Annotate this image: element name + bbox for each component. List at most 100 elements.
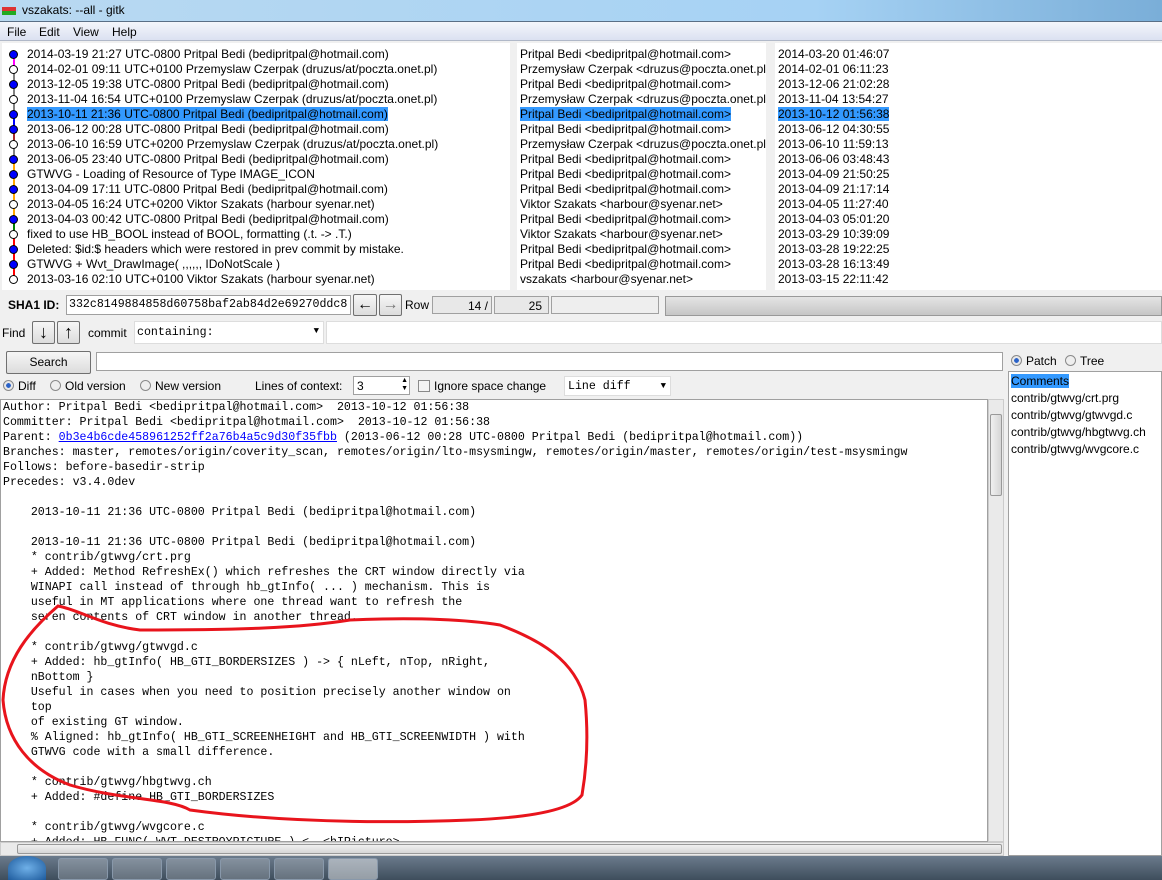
start-button[interactable] — [8, 856, 46, 880]
commit-date-row[interactable]: 2013-06-10 11:59:13 — [778, 137, 889, 152]
commit-author-row[interactable]: Pritpal Bedi <bedipritpal@hotmail.com> — [520, 47, 766, 62]
commit-author-row[interactable]: Pritpal Bedi <bedipritpal@hotmail.com> — [520, 107, 766, 122]
thunderbird-icon[interactable] — [220, 858, 270, 880]
file-list-item[interactable]: Comments — [1011, 373, 1159, 390]
commit-date[interactable]: 2013-06-12 04:30:55 — [778, 122, 889, 136]
commit-author[interactable]: Viktor Szakats <harbour@syenar.net> — [520, 227, 723, 241]
commit-row[interactable]: 2013-04-09 17:11 UTC-0800 Pritpal Bedi (… — [27, 182, 438, 197]
commit-author[interactable]: Viktor Szakats <harbour@syenar.net> — [520, 197, 723, 211]
file-list-item[interactable]: contrib/gtwvg/wvgcore.c — [1011, 441, 1159, 458]
commit-date-row[interactable]: 2013-04-05 11:27:40 — [778, 197, 889, 212]
commit-subject[interactable]: fixed to use HB_BOOL instead of BOOL, fo… — [27, 227, 352, 241]
commit-subject[interactable]: 2013-06-12 00:28 UTC-0800 Pritpal Bedi (… — [27, 122, 389, 136]
commit-row[interactable]: 2013-12-05 19:38 UTC-0800 Pritpal Bedi (… — [27, 77, 438, 92]
commit-subject[interactable]: 2013-04-09 17:11 UTC-0800 Pritpal Bedi (… — [27, 182, 388, 196]
spinner-arrows-icon[interactable]: ▲ ▼ — [401, 377, 408, 393]
commit-row[interactable]: 2013-11-04 16:54 UTC+0100 Przemyslaw Cze… — [27, 92, 438, 107]
commit-date[interactable]: 2013-04-03 05:01:20 — [778, 212, 889, 226]
commit-row[interactable]: fixed to use HB_BOOL instead of BOOL, fo… — [27, 227, 438, 242]
commit-subject[interactable]: GTWVG - Loading of Resource of Type IMAG… — [27, 167, 315, 181]
commit-author-row[interactable]: Pritpal Bedi <bedipritpal@hotmail.com> — [520, 257, 766, 272]
commit-author[interactable]: Pritpal Bedi <bedipritpal@hotmail.com> — [520, 107, 731, 121]
find-down-button[interactable]: ↓ — [32, 321, 55, 344]
commit-subject[interactable]: 2013-03-16 02:10 UTC+0100 Viktor Szakats… — [27, 272, 375, 286]
diff-view[interactable]: Author: Pritpal Bedi <bedipritpal@hotmai… — [0, 399, 988, 842]
commit-date[interactable]: 2013-03-28 19:22:25 — [778, 242, 889, 256]
commit-subject[interactable]: GTWVG + Wvt_DrawImage( ,,,,,, IDoNotScal… — [27, 257, 280, 271]
scrollbar-thumb[interactable] — [17, 844, 1002, 854]
search-input[interactable] — [96, 352, 1003, 371]
commit-author[interactable]: Przemysław Czerpak <druzus@poczta.onet.p… — [520, 92, 766, 106]
gitk-icon[interactable] — [328, 858, 378, 880]
diff-horizontal-scrollbar[interactable] — [0, 842, 1004, 856]
commit-author[interactable]: Pritpal Bedi <bedipritpal@hotmail.com> — [520, 242, 731, 256]
menu-view[interactable]: View — [73, 25, 99, 39]
old-version-radio[interactable]: Old version — [50, 379, 126, 393]
scrollbar-thumb[interactable] — [990, 414, 1002, 496]
commit-author-row[interactable]: Pritpal Bedi <bedipritpal@hotmail.com> — [520, 122, 766, 137]
commit-author[interactable]: Przemysław Czerpak <druzus@poczta.onet.p… — [520, 62, 766, 76]
commit-date[interactable]: 2013-06-06 03:48:43 — [778, 152, 889, 166]
commit-date-row[interactable]: 2013-10-12 01:56:38 — [778, 107, 890, 122]
commit-date-row[interactable]: 2013-03-29 10:39:09 — [778, 227, 889, 242]
commit-row[interactable]: 2014-03-19 21:27 UTC-0800 Pritpal Bedi (… — [27, 47, 438, 62]
commit-row[interactable]: 2013-06-05 23:40 UTC-0800 Pritpal Bedi (… — [27, 152, 438, 167]
commit-date[interactable]: 2013-03-15 22:11:42 — [778, 272, 889, 286]
commit-author[interactable]: Pritpal Bedi <bedipritpal@hotmail.com> — [520, 152, 731, 166]
commit-author-row[interactable]: Viktor Szakats <harbour@syenar.net> — [520, 197, 766, 212]
commit-date-row[interactable]: 2013-03-28 19:22:25 — [778, 242, 889, 257]
commit-date-row[interactable]: 2014-02-01 06:11:23 — [778, 62, 889, 77]
folder-icon[interactable] — [166, 858, 216, 880]
commit-date-row[interactable]: 2013-11-04 13:54:27 — [778, 92, 889, 107]
commit-date[interactable]: 2013-04-09 21:17:14 — [778, 182, 889, 196]
commit-author[interactable]: Pritpal Bedi <bedipritpal@hotmail.com> — [520, 47, 731, 61]
commit-date-pane[interactable]: 2014-03-20 01:46:07 2014-02-01 06:11:23 20… — [775, 43, 1162, 290]
commit-author[interactable]: Pritpal Bedi <bedipritpal@hotmail.com> — [520, 77, 731, 91]
menu-file[interactable]: File — [7, 25, 26, 39]
commit-author-pane[interactable]: Pritpal Bedi <bedipritpal@hotmail.com> Pr… — [517, 43, 766, 290]
firefox-icon[interactable] — [112, 858, 162, 880]
commit-date-row[interactable]: 2013-06-12 04:30:55 — [778, 122, 889, 137]
diff-vertical-scrollbar[interactable] — [988, 399, 1004, 842]
commit-date-row[interactable]: 2013-06-06 03:48:43 — [778, 152, 889, 167]
commit-row[interactable]: 2013-10-11 21:36 UTC-0800 Pritpal Bedi (… — [27, 107, 438, 122]
commit-date[interactable]: 2013-11-04 13:54:27 — [778, 92, 889, 106]
commit-date-row[interactable]: 2013-04-09 21:17:14 — [778, 182, 889, 197]
commit-author-row[interactable]: vszakats <harbour@syenar.net> — [520, 272, 766, 287]
context-spinbox[interactable]: 3 ▲ ▼ — [353, 376, 410, 395]
commit-date[interactable]: 2013-04-09 21:50:25 — [778, 167, 889, 181]
file-list-item[interactable]: contrib/gtwvg/crt.prg — [1011, 390, 1159, 407]
commit-author[interactable]: Przemysław Czerpak <druzus@poczta.onet.p… — [520, 137, 766, 151]
find-input[interactable] — [326, 321, 1162, 344]
sha-input[interactable]: 332c8149884858d60758baf2ab84d2e69270ddc8 — [66, 295, 351, 315]
commit-row[interactable]: 2013-04-05 16:24 UTC+0200 Viktor Szakats… — [27, 197, 438, 212]
ignore-space-checkbox[interactable]: Ignore space change — [418, 379, 546, 393]
commit-row[interactable]: 2013-06-12 00:28 UTC-0800 Pritpal Bedi (… — [27, 122, 438, 137]
forward-arrow-button[interactable]: → — [379, 294, 402, 316]
find-mode-select[interactable]: containing: ▼ — [134, 321, 324, 344]
commit-row[interactable]: 2014-02-01 09:11 UTC+0100 Przemyslaw Cze… — [27, 62, 438, 77]
commit-date-row[interactable]: 2014-03-20 01:46:07 — [778, 47, 889, 62]
menu-edit[interactable]: Edit — [39, 25, 60, 39]
commit-subject[interactable]: 2013-04-05 16:24 UTC+0200 Viktor Szakats… — [27, 197, 375, 211]
commit-subject[interactable]: 2013-10-11 21:36 UTC-0800 Pritpal Bedi (… — [27, 107, 388, 121]
file-list[interactable]: Comments contrib/gtwvg/crt.prg contrib/gtw… — [1008, 371, 1162, 856]
commit-date[interactable]: 2013-10-12 01:56:38 — [778, 107, 890, 121]
new-version-radio[interactable]: New version — [140, 379, 221, 393]
commit-date[interactable]: 2013-12-06 21:02:28 — [778, 77, 889, 91]
parent-sha-link[interactable]: 0b3e4b6cde458961252ff2a76b4a5c9d30f35fbb — [59, 431, 337, 444]
file-list-item[interactable]: contrib/gtwvg/gtwvgd.c — [1011, 407, 1159, 424]
search-button[interactable]: Search — [6, 351, 91, 374]
commit-subject[interactable]: 2014-02-01 09:11 UTC+0100 Przemyslaw Cze… — [27, 62, 437, 76]
commit-row[interactable]: GTWVG - Loading of Resource of Type IMAG… — [27, 167, 438, 182]
commit-author[interactable]: Pritpal Bedi <bedipritpal@hotmail.com> — [520, 122, 731, 136]
commit-author[interactable]: vszakats <harbour@syenar.net> — [520, 272, 693, 286]
menu-help[interactable]: Help — [112, 25, 137, 39]
commit-author-row[interactable]: Pritpal Bedi <bedipritpal@hotmail.com> — [520, 182, 766, 197]
commit-subject[interactable]: 2013-04-03 00:42 UTC-0800 Pritpal Bedi (… — [27, 212, 389, 226]
commit-author[interactable]: Pritpal Bedi <bedipritpal@hotmail.com> — [520, 167, 731, 181]
commit-author[interactable]: Pritpal Bedi <bedipritpal@hotmail.com> — [520, 212, 731, 226]
commit-date[interactable]: 2014-03-20 01:46:07 — [778, 47, 889, 61]
commit-author-row[interactable]: Przemysław Czerpak <druzus@poczta.onet.p… — [520, 137, 766, 152]
commit-row[interactable]: GTWVG + Wvt_DrawImage( ,,,,,, IDoNotScal… — [27, 257, 438, 272]
